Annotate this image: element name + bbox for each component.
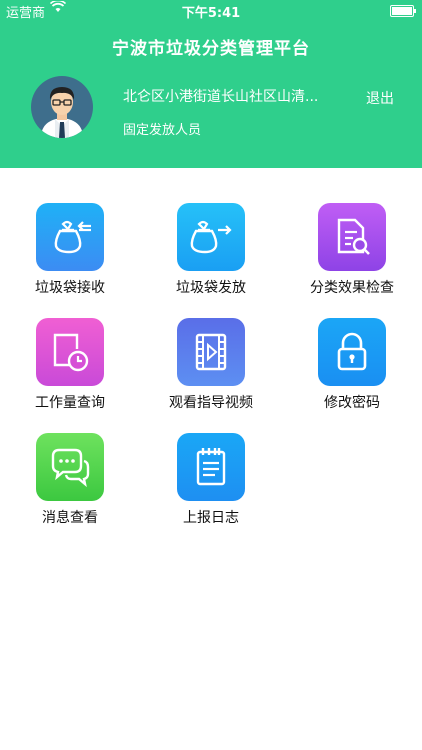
page-title: 宁波市垃圾分类管理平台: [112, 39, 310, 59]
status-bar: 运营商 下午5:41: [0, 0, 422, 21]
menu-item-password[interactable]: 修改密码: [282, 318, 422, 412]
menu-item-messages[interactable]: 消息查看: [0, 433, 140, 527]
menu-item-video[interactable]: 观看指导视频: [141, 318, 281, 412]
bag-dispatch-icon: [177, 203, 245, 271]
video-icon: [177, 318, 245, 386]
battery-icon: [390, 5, 416, 17]
header: 运营商 下午5:41 宁波市垃圾分类管理平台 北仑区小港街道长山社区山清... …: [0, 0, 422, 168]
user-role: 固定发放人员: [123, 123, 202, 138]
status-time: 下午5:41: [181, 6, 241, 21]
avatar: [31, 76, 93, 138]
menu-label: 修改密码: [324, 395, 380, 411]
menu-label: 分类效果检查: [310, 280, 394, 296]
clock-document-icon: [36, 318, 104, 386]
menu-item-bag-dispatch[interactable]: 垃圾袋发放: [141, 203, 281, 297]
menu-label: 工作量查询: [35, 395, 105, 411]
menu-item-bag-receive[interactable]: 垃圾袋接收: [0, 203, 140, 297]
menu-label: 观看指导视频: [169, 395, 253, 411]
menu-label: 消息查看: [42, 510, 98, 526]
logout-button[interactable]: 退出: [366, 88, 394, 108]
bag-receive-icon: [36, 203, 104, 271]
lock-icon: [318, 318, 386, 386]
menu-label: 垃圾袋发放: [176, 280, 246, 296]
menu-item-check[interactable]: 分类效果检查: [282, 203, 422, 297]
chat-icon: [36, 433, 104, 501]
menu-label: 上报日志: [183, 510, 239, 526]
document-search-icon: [318, 203, 386, 271]
menu-item-workload[interactable]: 工作量查询: [0, 318, 140, 412]
user-info: 北仑区小港街道长山社区山清... 固定发放人员: [123, 86, 333, 138]
notepad-icon: [177, 433, 245, 501]
menu-label: 垃圾袋接收: [35, 280, 105, 296]
menu-item-report-log[interactable]: 上报日志: [141, 433, 281, 527]
user-address: 北仑区小港街道长山社区山清...: [123, 89, 319, 105]
